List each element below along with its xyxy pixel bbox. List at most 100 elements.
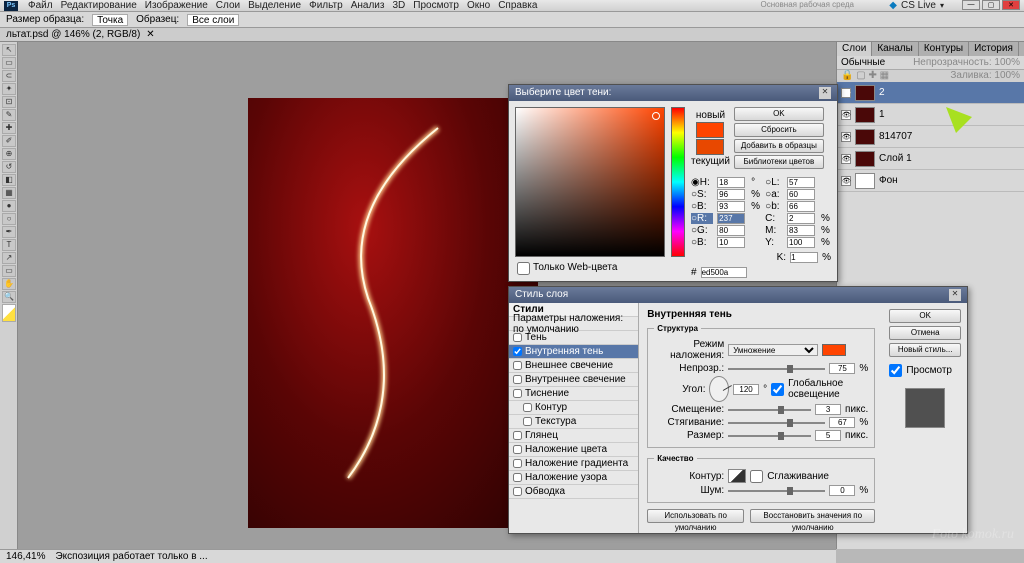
r-input[interactable]	[717, 213, 745, 224]
visibility-icon[interactable]: 👁	[841, 110, 851, 120]
document-tab[interactable]: льтат.psd @ 146% (2, RGB/8) ✕	[0, 28, 1024, 42]
bv-radio[interactable]: ○B:	[691, 237, 713, 248]
layer-name[interactable]: Фон	[879, 175, 898, 186]
sample-size-field[interactable]: Точка	[92, 14, 128, 26]
close-tab-icon[interactable]: ✕	[146, 29, 154, 40]
layer-row[interactable]: 👁 Фон	[837, 170, 1024, 192]
antialias-checkbox[interactable]	[750, 470, 763, 483]
heal-tool[interactable]: ✚	[2, 122, 16, 134]
ok-button[interactable]: OK	[889, 309, 961, 323]
preview-checkbox[interactable]	[889, 364, 902, 377]
marquee-tool[interactable]: ▭	[2, 57, 16, 69]
opacity-slider[interactable]	[728, 368, 825, 370]
tab-paths[interactable]: Контуры	[919, 42, 969, 56]
layer-row[interactable]: 👁 2	[837, 82, 1024, 104]
zoom-tool[interactable]: 🔍	[2, 291, 16, 303]
eyedropper-tool[interactable]: ✎	[2, 109, 16, 121]
close-button[interactable]: ✕	[1002, 0, 1020, 10]
brush-tool[interactable]: ✐	[2, 135, 16, 147]
effect-outerglow[interactable]: Внешнее свечение	[509, 359, 638, 373]
cslive[interactable]: ◆CS Live▾	[889, 0, 944, 11]
gradient-tool[interactable]: ▦	[2, 187, 16, 199]
blend-select[interactable]: Умножение	[728, 344, 818, 356]
effect-innerglow[interactable]: Внутреннее свечение	[509, 373, 638, 387]
dialog-titlebar[interactable]: Стиль слоя ✕	[509, 287, 967, 303]
blend-options-row[interactable]: Параметры наложения: по умолчанию	[509, 317, 638, 331]
lasso-tool[interactable]: ⊂	[2, 70, 16, 82]
a-radio[interactable]: ○a:	[765, 189, 783, 200]
dialog-close-icon[interactable]: ✕	[819, 87, 831, 99]
c-input[interactable]	[787, 213, 815, 224]
visibility-icon[interactable]: 👁	[841, 88, 851, 98]
s-radio[interactable]: ○S:	[691, 189, 713, 200]
layer-row[interactable]: 👁 Слой 1	[837, 148, 1024, 170]
a-input[interactable]	[787, 189, 815, 200]
choke-input[interactable]	[829, 417, 855, 428]
eraser-tool[interactable]: ◧	[2, 174, 16, 186]
bv-input[interactable]	[717, 237, 745, 248]
move-tool[interactable]: ↖	[2, 44, 16, 56]
effect-bevel[interactable]: Тиснение	[509, 387, 638, 401]
effect-coloroverlay[interactable]: Наложение цвета	[509, 443, 638, 457]
tab-history[interactable]: История	[969, 42, 1019, 56]
make-default-button[interactable]: Использовать по умолчанию	[647, 509, 744, 523]
r-radio[interactable]: ○R:	[691, 213, 713, 224]
global-light-checkbox[interactable]	[771, 383, 784, 396]
dodge-tool[interactable]: ○	[2, 213, 16, 225]
path-tool[interactable]: ↗	[2, 252, 16, 264]
menu-view[interactable]: Просмотр	[413, 0, 459, 11]
sample-field[interactable]: Все слои	[187, 14, 239, 26]
tab-channels[interactable]: Каналы	[872, 42, 919, 56]
l-radio[interactable]: ○L:	[765, 177, 783, 188]
s-input[interactable]	[717, 189, 745, 200]
b-radio[interactable]: ○B:	[691, 201, 713, 212]
effect-gradientoverlay[interactable]: Наложение градиента	[509, 457, 638, 471]
libraries-button[interactable]: Библиотеки цветов	[734, 155, 824, 169]
effect-contour[interactable]: Контур	[509, 401, 638, 415]
angle-input[interactable]	[733, 384, 759, 395]
minimize-button[interactable]: —	[962, 0, 980, 10]
distance-input[interactable]	[815, 404, 841, 415]
shape-tool[interactable]: ▭	[2, 265, 16, 277]
blend-mode-select[interactable]: Обычные	[841, 57, 885, 68]
menu-layer[interactable]: Слои	[216, 0, 240, 11]
noise-input[interactable]	[829, 485, 855, 496]
cancel-button[interactable]: Отмена	[889, 326, 961, 340]
zoom-level[interactable]: 146,41%	[6, 551, 45, 562]
hand-tool[interactable]: ✋	[2, 278, 16, 290]
effect-innershadow[interactable]: Внутренняя тень	[509, 345, 638, 359]
size-slider[interactable]	[728, 435, 811, 437]
m-input[interactable]	[787, 225, 815, 236]
h-radio[interactable]: ◉H:	[691, 177, 713, 188]
opacity-input[interactable]	[829, 363, 855, 374]
g-input[interactable]	[717, 225, 745, 236]
choke-slider[interactable]	[728, 422, 825, 424]
new-style-button[interactable]: Новый стиль...	[889, 343, 961, 357]
ok-button[interactable]: OK	[734, 107, 824, 121]
menu-image[interactable]: Изображение	[145, 0, 208, 11]
menu-analysis[interactable]: Анализ	[351, 0, 385, 11]
workspace-switcher[interactable]: Основная рабочая среда	[760, 0, 854, 9]
visibility-icon[interactable]: 👁	[841, 154, 851, 164]
wand-tool[interactable]: ✦	[2, 83, 16, 95]
maximize-button[interactable]: ▢	[982, 0, 1000, 10]
layer-name[interactable]: 814707	[879, 131, 912, 142]
l-input[interactable]	[787, 177, 815, 188]
menu-help[interactable]: Справка	[498, 0, 537, 11]
layer-row[interactable]: 👁 814707	[837, 126, 1024, 148]
contour-picker[interactable]	[728, 469, 746, 483]
web-only-checkbox[interactable]: Только Web-цвета	[517, 262, 617, 275]
color-cursor[interactable]	[652, 112, 660, 120]
cancel-button[interactable]: Сбросить	[734, 123, 824, 137]
k-input[interactable]	[790, 252, 818, 263]
menu-window[interactable]: Окно	[467, 0, 490, 11]
color-swatches[interactable]	[2, 304, 16, 322]
blur-tool[interactable]: ●	[2, 200, 16, 212]
effect-stroke[interactable]: Обводка	[509, 485, 638, 499]
document-canvas[interactable]	[248, 98, 538, 528]
h-input[interactable]	[717, 177, 745, 188]
color-field[interactable]	[515, 107, 665, 257]
noise-slider[interactable]	[728, 490, 825, 492]
current-color-swatch[interactable]	[696, 139, 724, 155]
stamp-tool[interactable]: ⊕	[2, 148, 16, 160]
